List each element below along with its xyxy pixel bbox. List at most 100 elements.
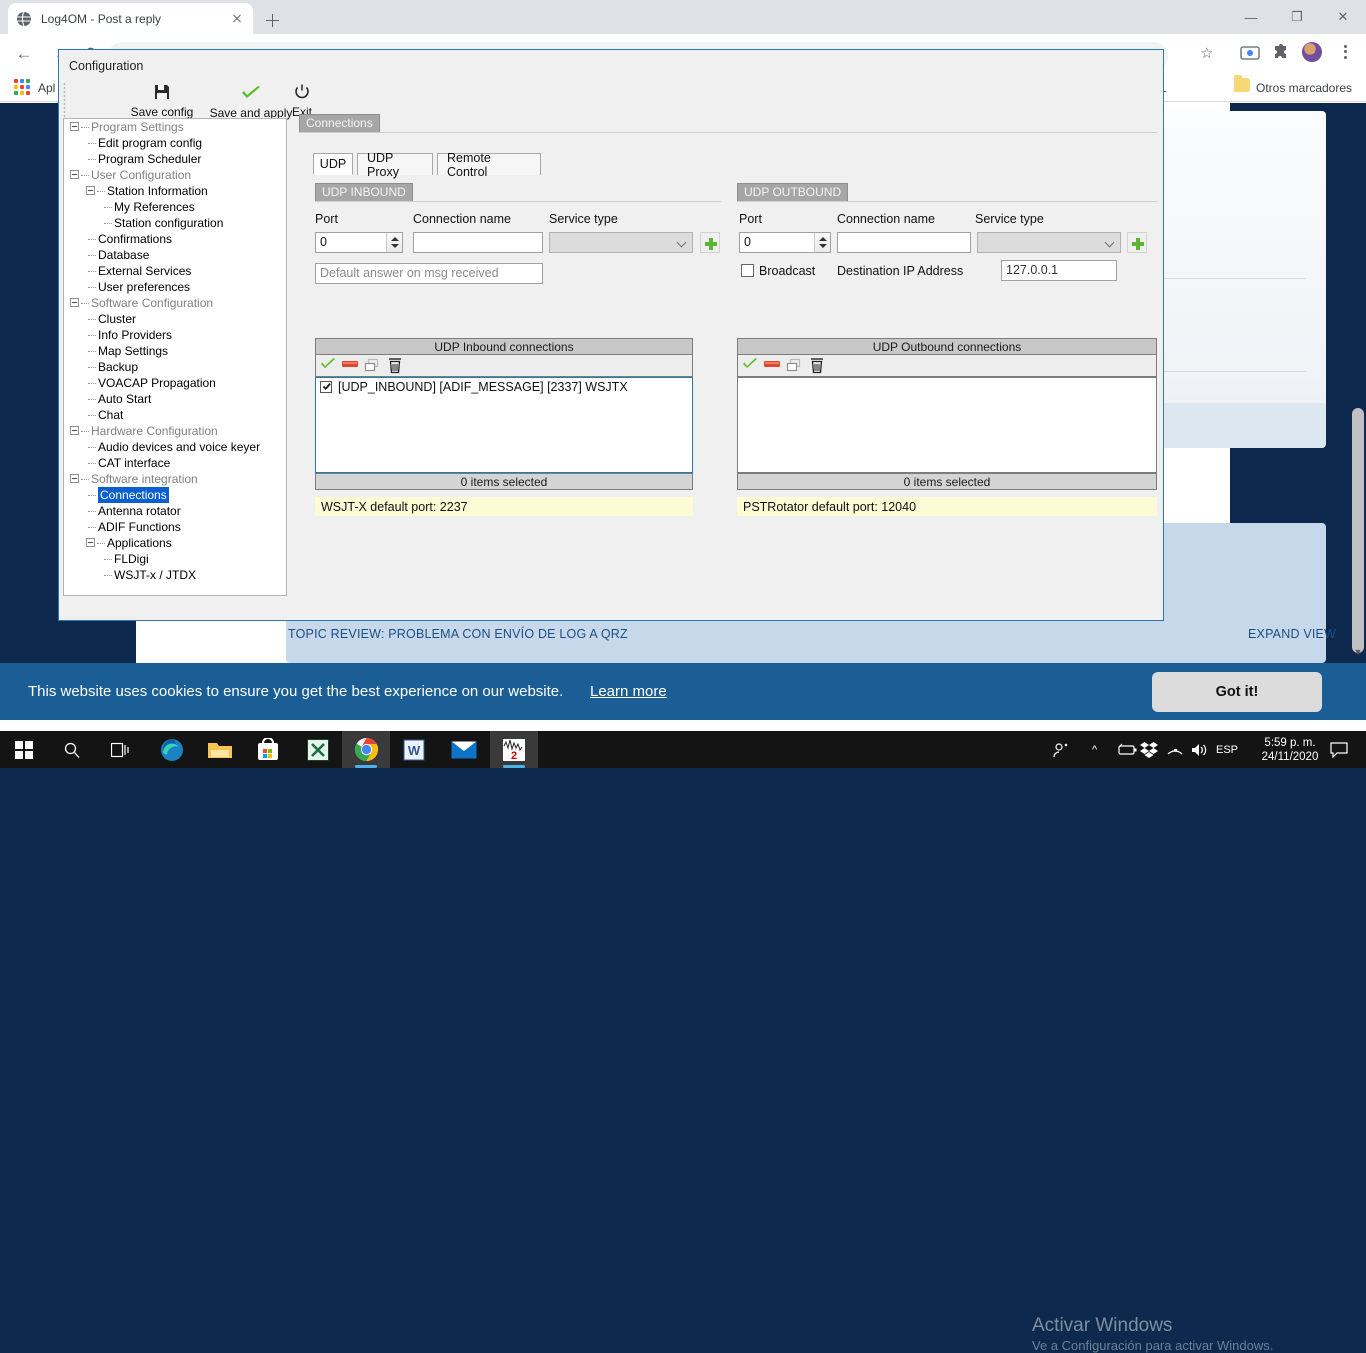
tab-udp[interactable]: UDP [313,153,353,175]
scroll-down-icon[interactable]: ▼ [1351,647,1365,661]
got-it-button[interactable]: Got it! [1152,672,1322,712]
new-tab-button[interactable] [258,6,286,34]
inbound-list-body[interactable]: [UDP_INBOUND] [ADIF_MESSAGE] [2337] WSJT… [315,377,693,473]
tree-item-my-references[interactable]: My References [64,199,286,215]
destination-ip-input[interactable]: 127.0.0.1 [1001,260,1117,281]
maximize-button[interactable]: ❐ [1274,0,1320,34]
tree-item-station-information[interactable]: Station Information [64,183,286,199]
outbound-connection-name-input[interactable] [837,232,971,253]
inbound-service-type-select[interactable] [549,232,693,253]
duplicate-icon[interactable] [364,358,380,374]
bookmark-star-icon[interactable]: ☆ [1200,44,1213,62]
tree-item-fldigi[interactable]: FLDigi [64,551,286,567]
expand-view-link[interactable]: EXPAND VIEW [1248,627,1336,641]
tree-expander-icon[interactable] [70,298,79,307]
clock[interactable]: 5:59 p. m. 24/11/2020 [1253,736,1327,764]
tree-item-backup[interactable]: Backup [64,359,286,375]
inbound-port-stepper[interactable] [386,233,402,252]
tree-item-program-scheduler[interactable]: Program Scheduler [64,151,286,167]
tree-item-map-settings[interactable]: Map Settings [64,343,286,359]
people-icon[interactable] [1052,731,1070,768]
delete-icon[interactable] [388,358,404,374]
back-icon[interactable]: ← [14,44,34,64]
browser-menu-icon[interactable] [1337,42,1353,62]
outbound-port-stepper[interactable] [814,233,830,252]
tree-expander-icon[interactable] [86,186,95,195]
tree-item-program-settings[interactable]: Program Settings [64,119,286,135]
tree-item-database[interactable]: Database [64,247,286,263]
edge-button[interactable] [148,731,196,768]
search-icon[interactable] [48,731,96,768]
tree-item-antenna-rotator[interactable]: Antenna rotator [64,503,286,519]
browser-tab[interactable]: Log4OM - Post a reply [8,3,253,34]
inbound-port-spinner[interactable]: 0 [315,232,403,253]
tree-item-external-services[interactable]: External Services [64,263,286,279]
microsoft-store-button[interactable] [244,731,292,768]
start-button[interactable] [0,731,48,768]
tree-expander-icon[interactable] [86,538,95,547]
tab-udp-proxy[interactable]: UDP Proxy [357,151,433,179]
tree-item-cat-interface[interactable]: CAT interface [64,455,286,471]
mail-button[interactable] [440,731,488,768]
tree-item-software-integration[interactable]: Software integration [64,471,286,487]
outbound-service-type-select[interactable] [977,232,1121,253]
outbound-port-spinner[interactable]: 0 [739,232,831,253]
tree-item-connections[interactable]: Connections [64,487,286,503]
tree-item-wsjt-x-jtdx[interactable]: WSJT-x / JTDX [64,567,286,583]
inbound-default-answer-input[interactable]: Default answer on msg received [315,263,543,284]
avatar[interactable] [1302,42,1322,62]
tree-item-edit-program-config[interactable]: Edit program config [64,135,286,151]
tree-expander-icon[interactable] [70,170,79,179]
tree-item-user-configuration[interactable]: User Configuration [64,167,286,183]
tree-item-info-providers[interactable]: Info Providers [64,327,286,343]
tree-item-adif-functions[interactable]: ADIF Functions [64,519,286,535]
battery-icon[interactable] [1116,731,1138,768]
save-config-button[interactable]: Save config [121,82,203,120]
minimize-button[interactable]: — [1228,0,1274,34]
tree-item-audio-devices-and-voice-keyer[interactable]: Audio devices and voice keyer [64,439,286,455]
tree-item-cluster[interactable]: Cluster [64,311,286,327]
tab-remote-control[interactable]: Remote Control [437,151,541,179]
volume-icon[interactable] [1190,731,1208,768]
tree-item-software-configuration[interactable]: Software Configuration [64,295,286,311]
tree-item-voacap-propagation[interactable]: VOACAP Propagation [64,375,286,391]
broadcast-checkbox[interactable] [741,264,754,277]
other-bookmarks-label[interactable]: Otros marcadores [1256,81,1352,95]
settings-tree[interactable]: Program Settings Edit program config Progr… [63,118,287,596]
outbound-add-button[interactable] [1127,232,1147,253]
file-explorer-button[interactable] [196,731,244,768]
tree-item-user-preferences[interactable]: User preferences [64,279,286,295]
delete-icon[interactable] [810,358,826,374]
tree-item-auto-start[interactable]: Auto Start [64,391,286,407]
tree-expander-icon[interactable] [70,426,79,435]
inbound-add-button[interactable] [700,232,720,253]
outbound-list-body[interactable] [737,377,1157,473]
tree-expander-icon[interactable] [70,474,79,483]
page-scrollbar-thumb[interactable] [1352,408,1364,653]
extensions-puzzle-icon[interactable] [1272,43,1292,63]
disable-icon[interactable] [764,361,780,377]
wifi-icon[interactable] [1166,731,1184,768]
tree-expander-icon[interactable] [70,122,79,131]
chrome-store-icon[interactable] [1240,43,1260,63]
dropbox-icon[interactable] [1140,731,1158,768]
tree-item-applications[interactable]: Applications [64,535,286,551]
tree-item-confirmations[interactable]: Confirmations [64,231,286,247]
language-indicator[interactable]: ESP [1216,731,1238,768]
tree-item-station-configuration[interactable]: Station configuration [64,215,286,231]
show-hidden-icons-chevron[interactable]: ^ [1092,731,1097,768]
duplicate-icon[interactable] [786,358,802,374]
learn-more-link[interactable]: Learn more [590,683,667,700]
list-item-checkbox[interactable] [320,381,332,393]
close-icon[interactable] [229,11,245,27]
enable-icon[interactable] [320,358,336,374]
list-item[interactable]: [UDP_INBOUND] [ADIF_MESSAGE] [2337] WSJT… [316,378,692,396]
bookmark-apps-label[interactable]: Apl [38,81,55,95]
tree-item-hardware-configuration[interactable]: Hardware Configuration [64,423,286,439]
close-window-button[interactable]: ✕ [1320,0,1366,34]
disable-icon[interactable] [342,361,358,377]
inbound-connection-name-input[interactable] [413,232,543,253]
wsjtx-button[interactable]: 2 [490,731,538,768]
chrome-button[interactable] [342,731,390,768]
word-button[interactable]: W [390,731,438,768]
